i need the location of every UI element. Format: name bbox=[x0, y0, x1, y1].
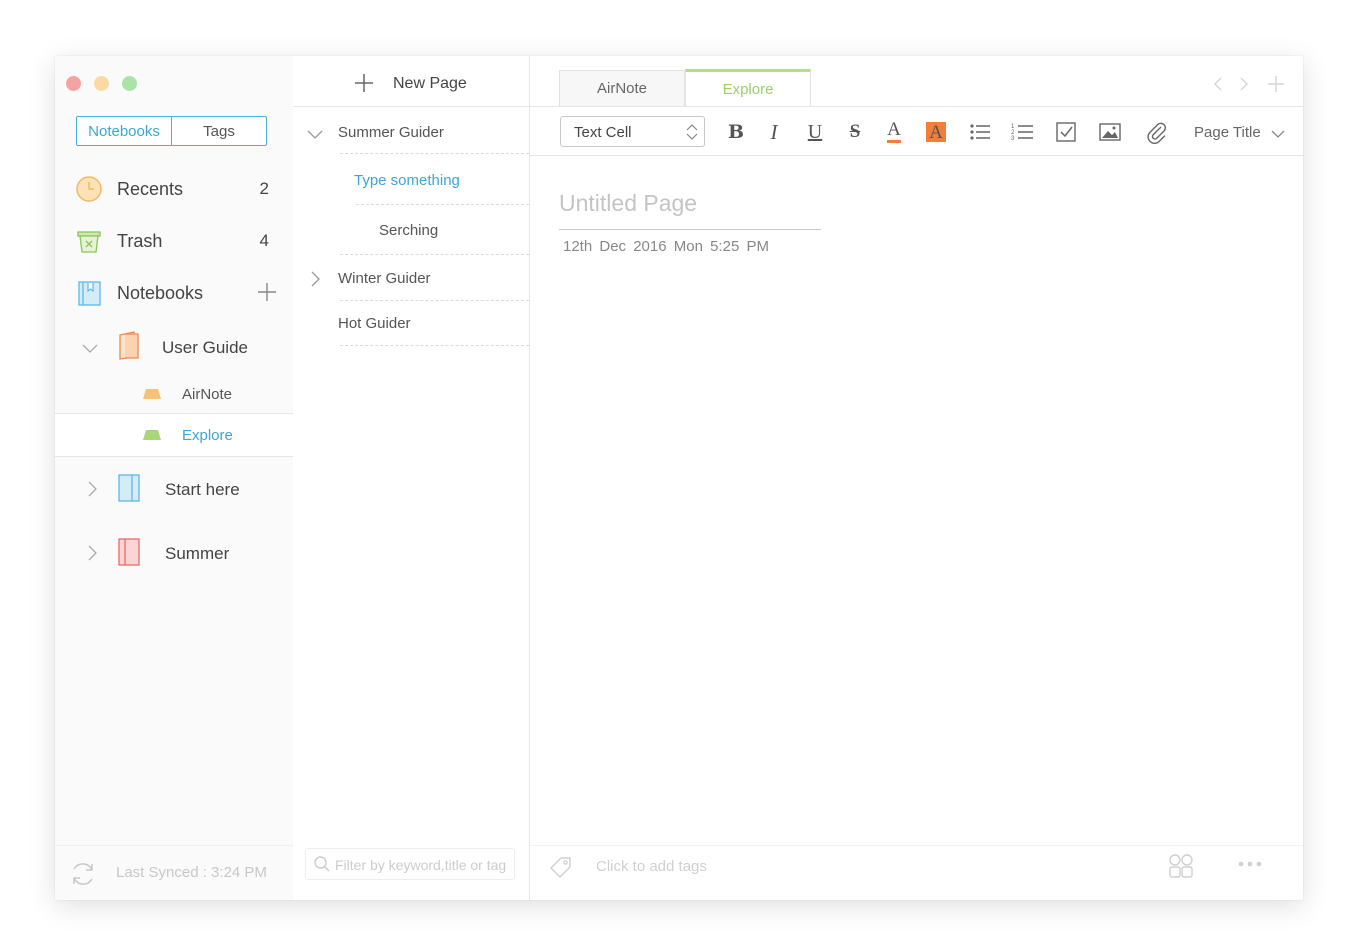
trash-label: Trash bbox=[117, 231, 163, 251]
chevron-right-icon[interactable] bbox=[307, 271, 323, 287]
sidebar-item-trash[interactable]: Trash 4 bbox=[55, 221, 293, 261]
sidebar-item-notebooks[interactable]: Notebooks bbox=[55, 273, 293, 313]
page-title-input[interactable]: Untitled Page bbox=[559, 190, 697, 217]
tag-icon[interactable] bbox=[548, 854, 574, 880]
highlight-glyph: A bbox=[926, 122, 946, 143]
sidebar-segmented-control: Notebooks Tags bbox=[76, 116, 267, 146]
chevron-right-icon[interactable] bbox=[84, 545, 100, 561]
highlight-button[interactable]: A bbox=[923, 119, 949, 145]
blue-notebook-icon bbox=[118, 474, 140, 502]
strikethrough-button[interactable]: S bbox=[842, 119, 868, 145]
page-list: New Page Summer Guider Type something Se… bbox=[293, 56, 530, 900]
app-window: Notebooks Tags Recents 2 Trash 4 Noteboo… bbox=[55, 56, 1303, 900]
section-explore[interactable]: Explore bbox=[55, 413, 293, 457]
start-here-label: Start here bbox=[165, 480, 240, 499]
notebook-start-here[interactable]: Start here bbox=[55, 468, 293, 510]
summer-label: Summer bbox=[165, 544, 230, 563]
filter-input[interactable]: Filter by keyword,title or tag bbox=[305, 848, 515, 880]
italic-button[interactable]: I bbox=[761, 119, 787, 145]
minimize-window-button[interactable] bbox=[94, 76, 109, 91]
svg-text:3: 3 bbox=[1011, 136, 1015, 142]
page-divider bbox=[340, 254, 529, 255]
up-down-chevron-icon bbox=[686, 124, 698, 140]
new-page-button[interactable]: New Page bbox=[293, 56, 529, 107]
forward-arrow-icon[interactable] bbox=[1236, 76, 1252, 92]
airnote-section-icon bbox=[143, 389, 161, 399]
new-page-label: New Page bbox=[393, 75, 467, 92]
page-item-type-something[interactable]: Type something bbox=[354, 172, 460, 189]
add-notebook-button[interactable] bbox=[256, 281, 278, 303]
checkbox-icon[interactable] bbox=[1053, 119, 1079, 145]
grid-view-icon[interactable] bbox=[1168, 853, 1194, 879]
attachment-icon[interactable] bbox=[1144, 119, 1170, 145]
red-notebook-icon bbox=[118, 538, 140, 566]
sidebar-item-recents[interactable]: Recents 2 bbox=[55, 169, 293, 209]
section-airnote[interactable]: AirNote bbox=[55, 378, 293, 412]
last-synced-text: Last Synced : 3:24 PM bbox=[116, 864, 267, 881]
bold-button[interactable]: B bbox=[723, 119, 749, 145]
zoom-window-button[interactable] bbox=[122, 76, 137, 91]
plus-icon bbox=[355, 74, 373, 92]
filter-placeholder: Filter by keyword,title or tag bbox=[335, 857, 507, 873]
sync-icon[interactable] bbox=[69, 860, 97, 888]
add-tab-icon[interactable] bbox=[1268, 76, 1284, 92]
editor-footer: Click to add tags bbox=[530, 845, 1303, 900]
notebook-icon bbox=[78, 281, 101, 306]
notebook-user-guide[interactable]: User Guide bbox=[55, 326, 293, 370]
user-guide-label: User Guide bbox=[162, 338, 248, 357]
page-divider bbox=[340, 345, 529, 346]
clock-icon bbox=[76, 176, 102, 202]
explore-section-icon bbox=[143, 430, 161, 440]
airnote-section-label: AirNote bbox=[182, 386, 233, 403]
notebooks-label: Notebooks bbox=[117, 283, 204, 303]
explore-section-label: Explore bbox=[182, 427, 233, 444]
sidebar: Notebooks Tags Recents 2 Trash 4 Noteboo… bbox=[55, 56, 294, 900]
search-icon bbox=[314, 856, 330, 872]
page-divider bbox=[356, 204, 529, 205]
notebook-summer[interactable]: Summer bbox=[55, 532, 293, 574]
underline-button[interactable]: U bbox=[802, 119, 828, 145]
add-tags-input[interactable]: Click to add tags bbox=[596, 858, 707, 875]
more-options-icon[interactable] bbox=[1237, 858, 1263, 870]
page-title-select[interactable]: Page Title bbox=[1194, 124, 1261, 141]
close-window-button[interactable] bbox=[66, 76, 81, 91]
page-date: 12th Dec 2016 Mon 5:25 PM bbox=[563, 238, 769, 255]
page-item-winter-guider[interactable]: Winter Guider bbox=[338, 270, 431, 287]
page-divider bbox=[340, 300, 529, 301]
tab-airnote[interactable]: AirNote bbox=[559, 70, 685, 106]
page-item-serching[interactable]: Serching bbox=[379, 222, 438, 239]
image-icon[interactable] bbox=[1097, 119, 1123, 145]
bullet-list-icon[interactable] bbox=[967, 119, 993, 145]
chevron-down-icon[interactable] bbox=[82, 340, 98, 356]
notebooks-segment[interactable]: Notebooks bbox=[77, 117, 172, 145]
tab-bar: AirNote Explore bbox=[530, 56, 1303, 107]
page-item-summer-guider[interactable]: Summer Guider bbox=[338, 124, 444, 141]
chevron-down-icon[interactable] bbox=[1271, 128, 1285, 140]
font-color-glyph: A bbox=[887, 120, 901, 143]
tab-explore[interactable]: Explore bbox=[685, 69, 811, 106]
font-color-button[interactable]: A bbox=[881, 119, 907, 145]
chevron-right-icon[interactable] bbox=[84, 481, 100, 497]
pagelist-footer: Filter by keyword,title or tag bbox=[293, 846, 529, 900]
cell-type-select[interactable]: Text Cell bbox=[560, 116, 705, 147]
trash-count: 4 bbox=[259, 231, 269, 250]
numbered-list-icon[interactable]: 1 2 3 bbox=[1010, 119, 1036, 145]
orange-notebook-icon bbox=[119, 331, 139, 360]
tags-segment[interactable]: Tags bbox=[172, 117, 266, 145]
cell-type-value: Text Cell bbox=[574, 124, 632, 141]
title-underline bbox=[559, 229, 821, 230]
format-toolbar: Text Cell B I U S A A 1 2 3 Page Title bbox=[530, 107, 1303, 156]
recents-label: Recents bbox=[117, 179, 184, 199]
page-item-hot-guider[interactable]: Hot Guider bbox=[338, 315, 411, 332]
page-divider bbox=[340, 153, 529, 154]
recents-count: 2 bbox=[259, 179, 269, 198]
chevron-down-icon[interactable] bbox=[307, 126, 323, 142]
trash-icon bbox=[77, 231, 101, 253]
editor: AirNote Explore Text Cell B I U S A A 1 … bbox=[530, 56, 1303, 900]
back-arrow-icon[interactable] bbox=[1210, 76, 1226, 92]
sidebar-footer: Last Synced : 3:24 PM bbox=[55, 845, 293, 900]
